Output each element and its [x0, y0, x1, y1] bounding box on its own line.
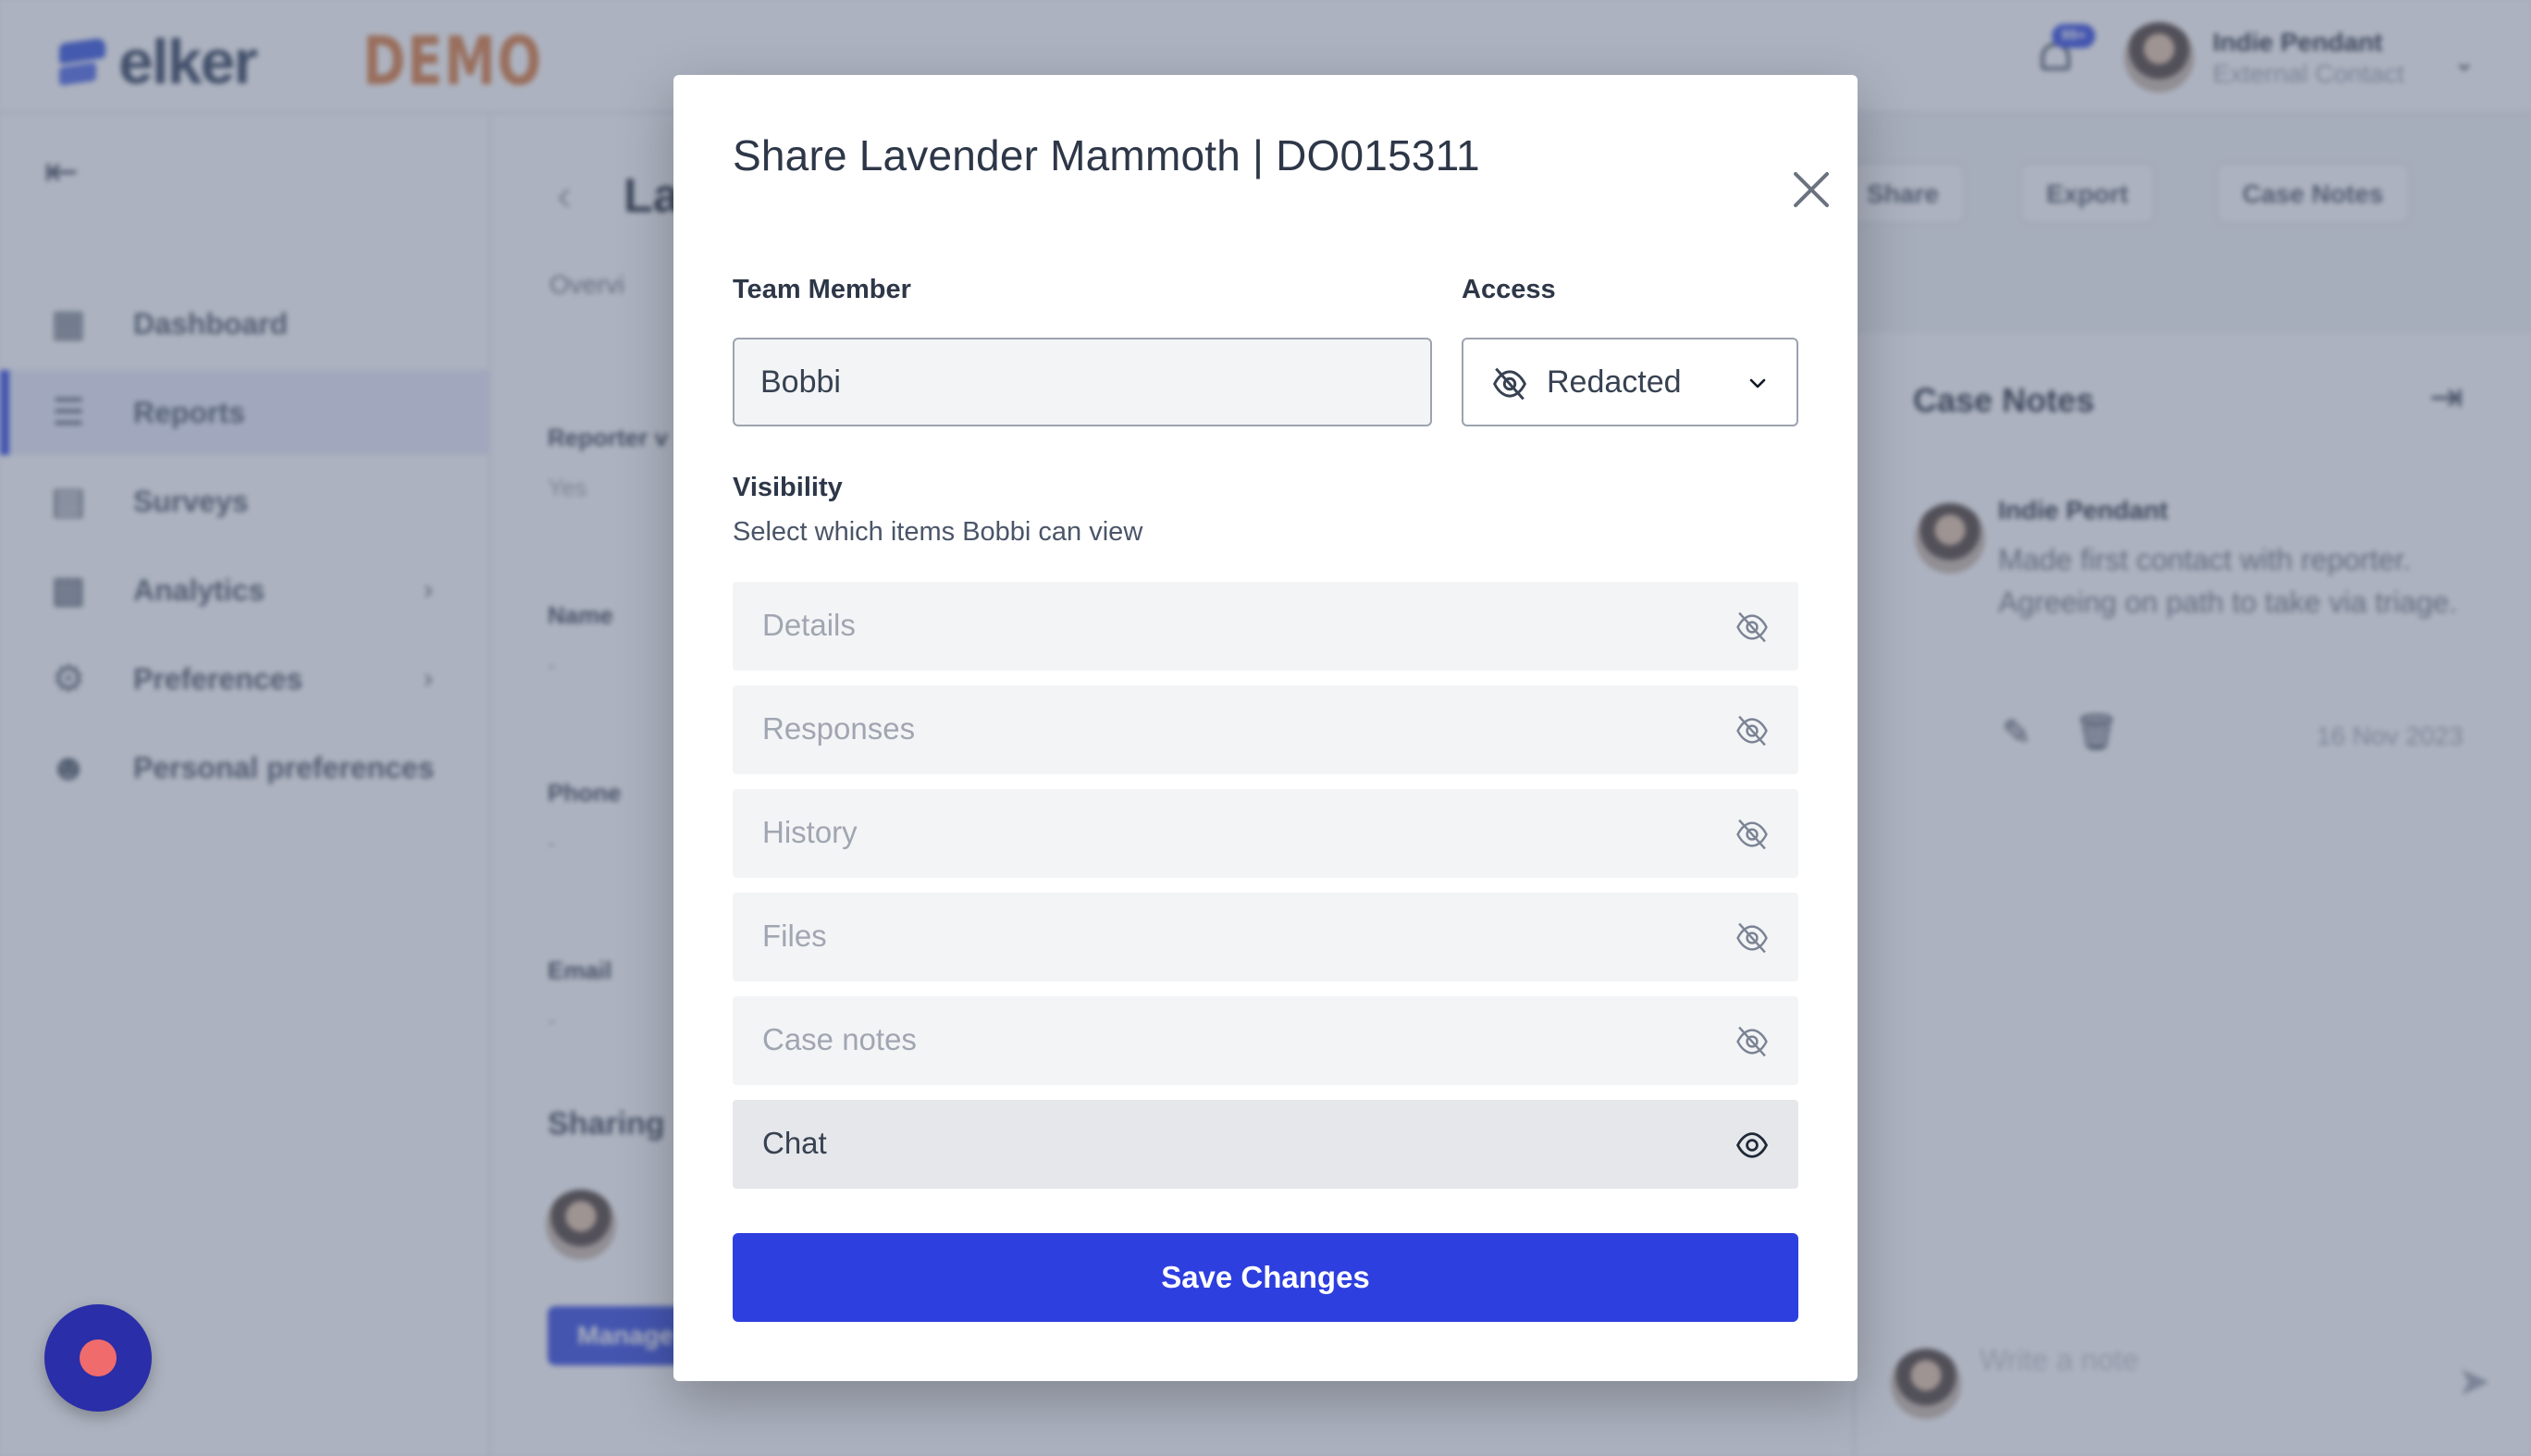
- save-changes-button[interactable]: Save Changes: [733, 1233, 1798, 1322]
- record-dot-icon: [80, 1339, 117, 1376]
- visibility-label: Visibility: [733, 473, 843, 502]
- team-member-label: Team Member: [733, 275, 911, 304]
- close-icon[interactable]: [1791, 169, 1832, 210]
- visibility-item-label: Case notes: [762, 1022, 917, 1056]
- eye-off-icon: [1492, 367, 1527, 401]
- eye-off-icon[interactable]: [1734, 715, 1771, 747]
- visibility-helper: Select which items Bobbi can view: [733, 517, 1143, 547]
- access-label: Access: [1462, 275, 1556, 304]
- visibility-item-label: Responses: [762, 711, 916, 746]
- visibility-item-chat[interactable]: Chat: [733, 1100, 1798, 1189]
- visibility-item-label: Files: [762, 919, 827, 953]
- eye-off-icon[interactable]: [1734, 611, 1771, 643]
- visibility-item-case-notes[interactable]: Case notes: [733, 996, 1798, 1085]
- visibility-item-label: History: [762, 815, 858, 849]
- visibility-item-files[interactable]: Files: [733, 893, 1798, 981]
- dialog-title: Share Lavender Mammoth | DO015311: [733, 131, 1480, 179]
- access-value: Redacted: [1547, 364, 1682, 400]
- team-member-input[interactable]: [733, 338, 1432, 426]
- visibility-item-label: Details: [762, 608, 856, 642]
- chat-launcher-button[interactable]: [44, 1304, 152, 1412]
- eye-off-icon[interactable]: [1734, 819, 1771, 850]
- visibility-item-history[interactable]: History: [733, 789, 1798, 878]
- visibility-item-label: Chat: [762, 1126, 827, 1160]
- access-select[interactable]: Redacted: [1462, 338, 1798, 426]
- eye-off-icon[interactable]: [1734, 922, 1771, 954]
- eye-icon[interactable]: [1734, 1129, 1771, 1161]
- eye-off-icon[interactable]: [1734, 1026, 1771, 1057]
- share-dialog: Share Lavender Mammoth | DO015311 Team M…: [673, 75, 1858, 1381]
- chevron-down-icon: [1749, 378, 1766, 389]
- visibility-item-responses[interactable]: Responses: [733, 685, 1798, 774]
- visibility-item-details[interactable]: Details: [733, 582, 1798, 671]
